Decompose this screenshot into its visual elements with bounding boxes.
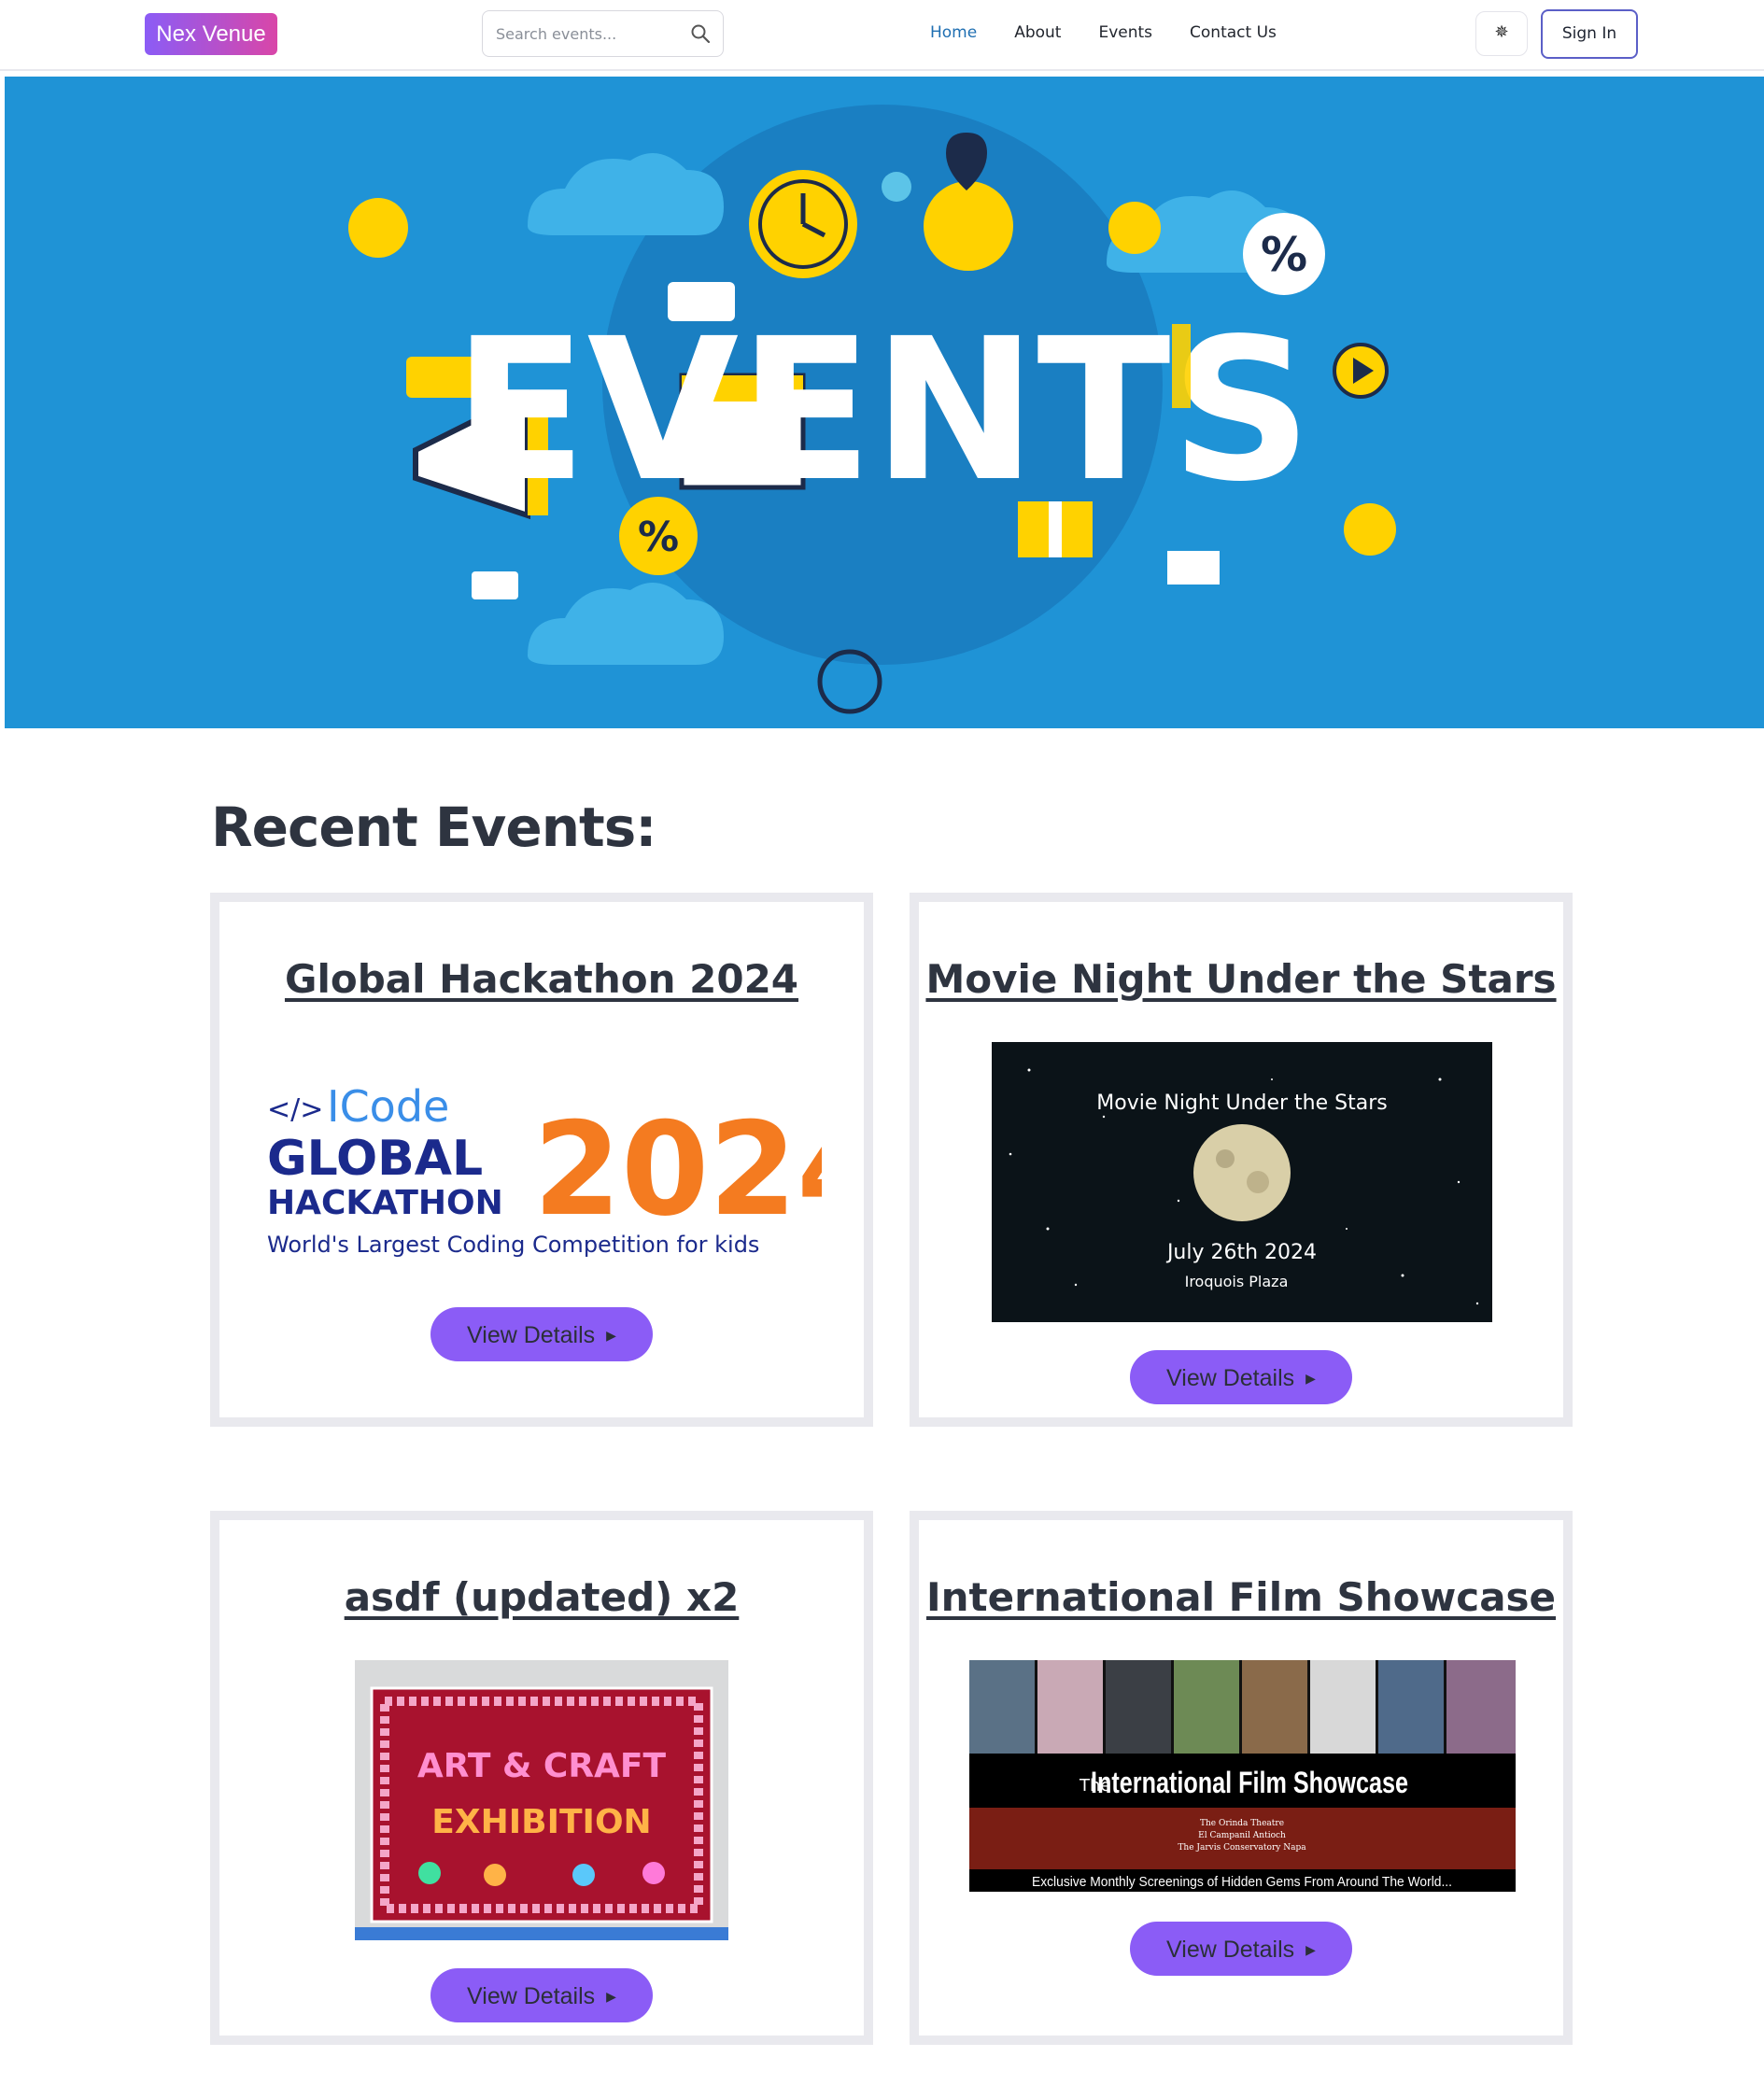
theme-toggle-button[interactable]: ✵ bbox=[1475, 11, 1528, 56]
svg-text:The Jarvis Conservatory Napa: The Jarvis Conservatory Napa bbox=[1178, 1843, 1306, 1853]
recent-events-heading: Recent Events: bbox=[211, 796, 656, 859]
svg-text:GLOBAL: GLOBAL bbox=[267, 1131, 483, 1187]
svg-text:International Film Showcase: International Film Showcase bbox=[1091, 1766, 1408, 1799]
event-title-link[interactable]: Global Hackathon 2024 bbox=[219, 956, 864, 1002]
view-details-button[interactable]: View Details ▶ bbox=[430, 1968, 653, 2022]
event-image-film-showcase[interactable]: The International Film Showcase The Orin… bbox=[969, 1660, 1516, 1892]
svg-text:2024: 2024 bbox=[533, 1095, 822, 1246]
caret-right-icon: ▶ bbox=[1305, 1371, 1316, 1386]
hero-banner: % % EVENTS bbox=[5, 77, 1764, 728]
view-details-label: View Details bbox=[467, 1322, 596, 1348]
event-image-hackathon[interactable]: </> ICode GLOBAL HACKATHON 2024 World's … bbox=[261, 1081, 822, 1259]
svg-text:July 26th 2024: July 26th 2024 bbox=[1165, 1241, 1317, 1264]
events-illustration: % % EVENTS bbox=[348, 105, 1396, 714]
top-navbar: Nex Venue Home About Events Contact Us ✵… bbox=[0, 0, 1764, 71]
search-input[interactable] bbox=[494, 19, 684, 49]
svg-text:ICode: ICode bbox=[327, 1081, 449, 1132]
main-nav: Home About Events Contact Us bbox=[930, 23, 1277, 42]
search-box[interactable] bbox=[482, 10, 724, 57]
brand-logo[interactable]: Nex Venue bbox=[145, 13, 277, 55]
event-card-movie-night: Movie Night Under the Stars Movie Night … bbox=[910, 893, 1573, 1427]
event-image-art-craft[interactable]: ART & CRAFT EXHIBITION bbox=[355, 1660, 728, 1940]
svg-text:World's Largest Coding Competi: World's Largest Coding Competition for k… bbox=[267, 1232, 759, 1258]
nav-link-home[interactable]: Home bbox=[930, 23, 977, 42]
svg-text:Exclusive Monthly Screenings o: Exclusive Monthly Screenings of Hidden G… bbox=[1032, 1874, 1452, 1890]
nav-link-events[interactable]: Events bbox=[1098, 23, 1152, 42]
svg-text:The Orinda Theatre: The Orinda Theatre bbox=[1200, 1819, 1284, 1828]
nav-link-about[interactable]: About bbox=[1014, 23, 1061, 42]
event-card-art-craft: asdf (updated) x2 ART & CRAFT EXHIBITION… bbox=[210, 1511, 873, 2045]
svg-text:Iroquois Plaza: Iroquois Plaza bbox=[1185, 1273, 1289, 1290]
svg-text:Movie Night Under the Stars: Movie Night Under the Stars bbox=[1096, 1092, 1387, 1115]
event-card-hackathon: Global Hackathon 2024 </> ICode GLOBAL H… bbox=[210, 893, 873, 1427]
view-details-label: View Details bbox=[1166, 1365, 1295, 1391]
svg-text:%: % bbox=[1261, 228, 1307, 282]
view-details-label: View Details bbox=[1166, 1937, 1295, 1963]
view-details-button[interactable]: View Details ▶ bbox=[1130, 1350, 1352, 1404]
caret-right-icon: ▶ bbox=[606, 1328, 616, 1343]
sign-in-button[interactable]: Sign In bbox=[1541, 9, 1638, 59]
svg-text:El Campanil Antioch: El Campanil Antioch bbox=[1198, 1831, 1286, 1840]
caret-right-icon: ▶ bbox=[606, 1989, 616, 2004]
caret-right-icon: ▶ bbox=[1305, 1942, 1316, 1957]
event-title-link[interactable]: International Film Showcase bbox=[919, 1574, 1563, 1620]
svg-text:HACKATHON: HACKATHON bbox=[267, 1184, 503, 1222]
event-card-film-showcase: International Film Showcase The Internat… bbox=[910, 1511, 1573, 2045]
event-title-link[interactable]: Movie Night Under the Stars bbox=[919, 956, 1563, 1002]
svg-text:ART & CRAFT: ART & CRAFT bbox=[417, 1747, 667, 1785]
event-title-link[interactable]: asdf (updated) x2 bbox=[219, 1574, 864, 1620]
svg-text:EXHIBITION: EXHIBITION bbox=[431, 1803, 651, 1841]
view-details-button[interactable]: View Details ▶ bbox=[430, 1307, 653, 1361]
svg-text:</>: </> bbox=[267, 1093, 323, 1126]
view-details-label: View Details bbox=[467, 1983, 596, 2009]
view-details-button[interactable]: View Details ▶ bbox=[1130, 1922, 1352, 1976]
nav-link-contact[interactable]: Contact Us bbox=[1190, 23, 1277, 42]
sun-icon: ✵ bbox=[1494, 22, 1509, 42]
event-image-movie-night[interactable]: Movie Night Under the Stars July 26th 20… bbox=[992, 1042, 1492, 1322]
search-icon[interactable] bbox=[689, 22, 712, 45]
